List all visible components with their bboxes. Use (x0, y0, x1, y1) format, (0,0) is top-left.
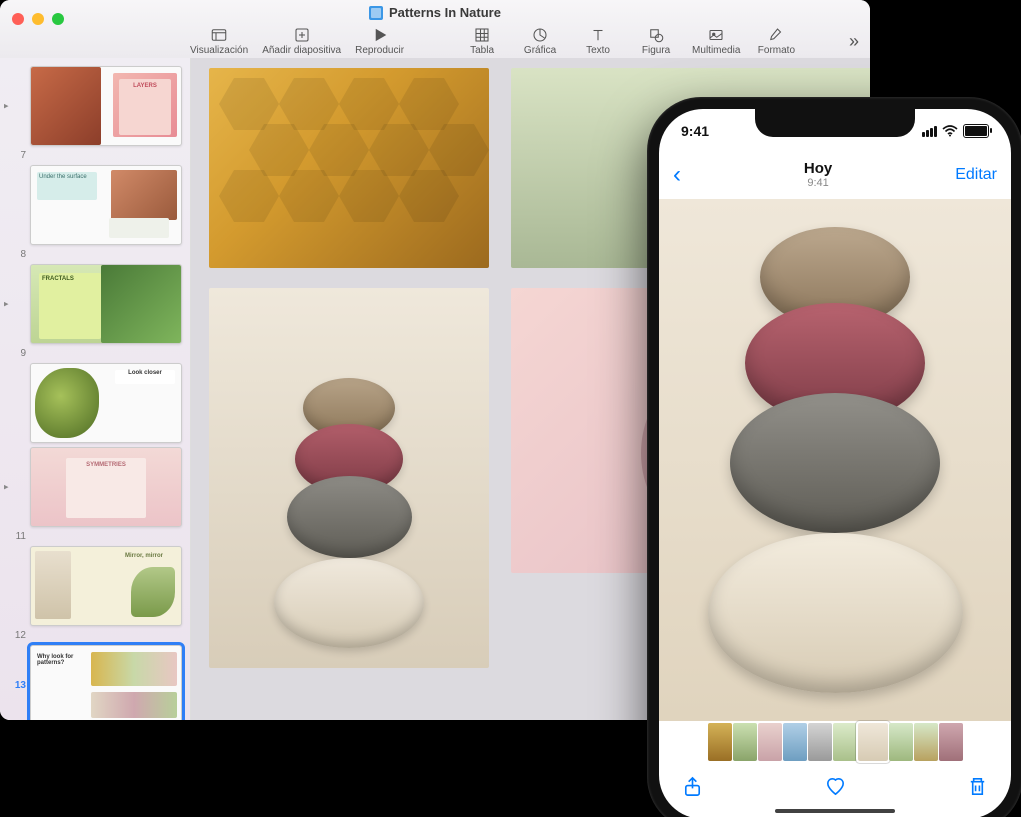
disclosure-triangle-icon[interactable]: ▸ (4, 299, 9, 310)
filmstrip-thumb-current[interactable] (858, 723, 888, 761)
iphone-screen: 9:41 ‹ Hoy 9:41 Editar (659, 109, 1011, 817)
text-icon (589, 26, 607, 44)
slide-thumbnail[interactable]: ▸ LAYERS (8, 66, 182, 146)
view-icon (210, 26, 228, 44)
slide-thumbnail[interactable]: Look closer (8, 363, 182, 443)
slide-thumbnail[interactable]: ▸ FRACTALS (8, 264, 182, 344)
edit-button[interactable]: Editar (955, 166, 997, 184)
filmstrip-thumb[interactable] (708, 723, 732, 761)
window-title: Patterns In Nature (0, 5, 870, 20)
cellular-signal-icon (922, 126, 937, 137)
share-icon (681, 775, 704, 798)
toolbar-play[interactable]: Reproducir (355, 26, 404, 56)
filmstrip-thumb[interactable] (889, 723, 913, 761)
home-indicator[interactable] (775, 809, 895, 813)
paintbrush-icon (767, 26, 785, 44)
window-titlebar: Patterns In Nature Visualización Añadir … (0, 0, 870, 59)
heart-icon (824, 775, 847, 798)
toolbar-overflow[interactable]: » (849, 31, 860, 52)
nav-title: Hoy (804, 161, 832, 178)
document-title: Patterns In Nature (389, 5, 501, 20)
slide-number: 7 (8, 150, 26, 161)
canvas-image-honeycomb[interactable] (209, 68, 489, 268)
toolbar-shape[interactable]: Figura (634, 26, 678, 56)
filmstrip-thumb[interactable] (939, 723, 963, 761)
slide-thumbnail[interactable]: 7 (8, 150, 182, 161)
toolbar-table[interactable]: Tabla (460, 26, 504, 56)
filmstrip-thumb[interactable] (808, 723, 832, 761)
slide-thumbnail[interactable]: 12 (8, 630, 182, 641)
table-icon (473, 26, 491, 44)
urchin-stack (269, 390, 429, 648)
honeycomb-pattern (209, 68, 489, 268)
slide-thumbnail[interactable]: 8 (8, 249, 182, 260)
thumb-title: FRACTALS (39, 273, 101, 339)
thumb-title: Look closer (115, 370, 175, 384)
trash-icon (966, 775, 989, 798)
photo-urchin-stack (700, 247, 970, 693)
battery-icon (963, 124, 989, 138)
toolbar: Visualización Añadir diapositiva Reprodu… (190, 24, 860, 58)
filmstrip-thumb[interactable] (914, 723, 938, 761)
shape-icon (647, 26, 665, 44)
nav-subtitle: 9:41 (804, 177, 832, 189)
thumb-title: Under the surface (37, 172, 97, 200)
slide-number: 8 (8, 249, 26, 260)
iphone-device: 9:41 ‹ Hoy 9:41 Editar (647, 97, 1021, 817)
iphone-notch (755, 109, 915, 137)
play-icon (371, 26, 389, 44)
photos-toolbar (659, 767, 1011, 811)
slide-thumbnail[interactable]: Under the surface (8, 165, 182, 245)
toolbar-view[interactable]: Visualización (190, 26, 248, 56)
photo-filmstrip[interactable] (659, 721, 1011, 763)
slide-thumbnail[interactable]: 9 (8, 348, 182, 359)
slide-thumbnail[interactable]: ▸ SYMMETRIES (8, 447, 182, 527)
filmstrip-thumb[interactable] (733, 723, 757, 761)
thumb-title: SYMMETRIES (66, 458, 146, 518)
share-button[interactable] (681, 775, 704, 803)
disclosure-triangle-icon[interactable]: ▸ (4, 101, 9, 112)
slide-number: 11 (8, 531, 26, 542)
slide-number: 12 (8, 630, 26, 641)
favorite-button[interactable] (824, 775, 847, 803)
disclosure-triangle-icon[interactable]: ▸ (4, 482, 9, 493)
slide-thumbnail-selected[interactable]: 13 Why look for patterns? (8, 645, 182, 720)
slide-number: 9 (8, 348, 26, 359)
photos-navbar: ‹ Hoy 9:41 Editar (659, 153, 1011, 197)
wifi-icon (942, 125, 958, 137)
slide-navigator[interactable]: ▸ LAYERS 7 Under the surface (0, 58, 191, 720)
toolbar-format[interactable]: Formato (754, 26, 798, 56)
filmstrip-thumb[interactable] (833, 723, 857, 761)
filmstrip-thumb[interactable] (783, 723, 807, 761)
toolbar-add-slide[interactable]: Añadir diapositiva (262, 26, 341, 56)
filmstrip-thumb[interactable] (758, 723, 782, 761)
thumb-title: LAYERS (119, 79, 171, 135)
toolbar-text[interactable]: Texto (576, 26, 620, 56)
toolbar-chart[interactable]: Gráfica (518, 26, 562, 56)
delete-button[interactable] (966, 775, 989, 803)
thumb-title: Why look for patterns? (37, 654, 83, 674)
photo-viewer[interactable] (659, 199, 1011, 721)
slide-thumbnail[interactable]: 11 (8, 531, 182, 542)
media-icon (707, 26, 725, 44)
back-button[interactable]: ‹ (673, 161, 681, 189)
status-time: 9:41 (681, 123, 709, 139)
toolbar-media[interactable]: Multimedia (692, 26, 740, 56)
slide-number: 13 (8, 680, 26, 691)
slide-thumbnail[interactable]: Mirror, mirror (8, 546, 182, 626)
document-icon (369, 6, 383, 20)
nav-title-group: Hoy 9:41 (804, 161, 832, 190)
plus-icon (293, 26, 311, 44)
canvas-image-urchins[interactable] (209, 288, 489, 668)
chart-icon (531, 26, 549, 44)
thumb-title: Mirror, mirror (125, 553, 175, 563)
